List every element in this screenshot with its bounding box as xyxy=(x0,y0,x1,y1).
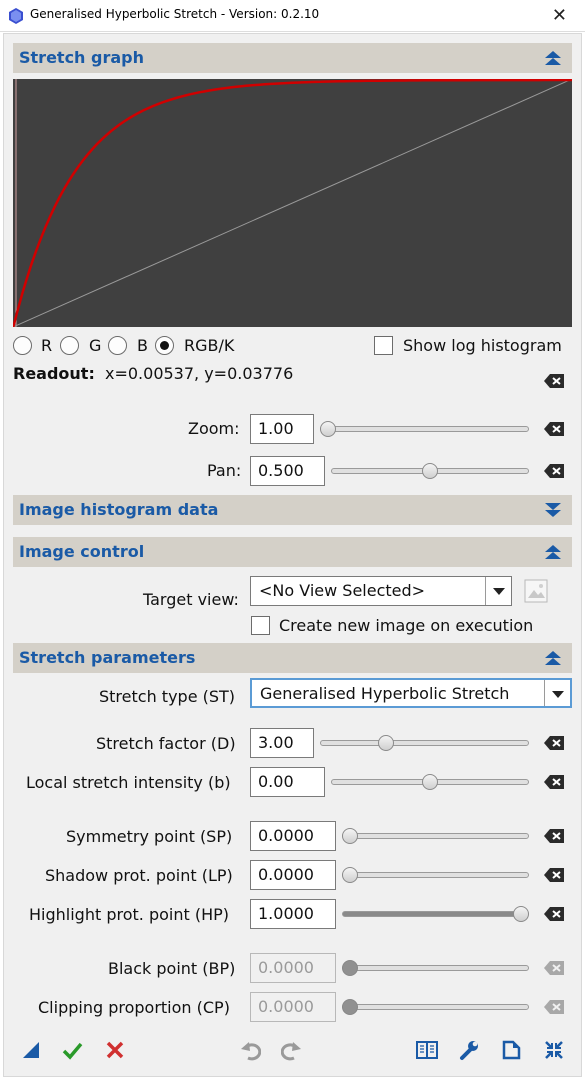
reset-clipping-proportion-icon[interactable] xyxy=(543,999,565,1015)
reset-black-point-icon[interactable] xyxy=(543,960,565,976)
radio-rgbk[interactable] xyxy=(155,336,174,355)
shadow-prot-slider-knob[interactable] xyxy=(342,867,358,883)
collapse-icon[interactable] xyxy=(544,543,562,561)
collapse-icon[interactable] xyxy=(544,649,562,667)
pan-input[interactable]: 0.500 xyxy=(250,456,325,486)
pan-label: Pan: xyxy=(207,461,242,480)
close-icon[interactable]: ✕ xyxy=(552,5,567,26)
stretch-graph[interactable] xyxy=(11,78,573,329)
expand-section-icon[interactable] xyxy=(544,501,562,519)
black-point-slider-knob[interactable] xyxy=(342,960,358,976)
shadow-prot-label: Shadow prot. point (LP) xyxy=(45,866,233,885)
cancel-icon[interactable] xyxy=(104,1039,126,1061)
highlight-prot-input[interactable]: 1.0000 xyxy=(250,899,336,929)
section-header-stretch-graph[interactable]: Stretch graph xyxy=(13,43,572,73)
readout-value: x=0.00537, y=0.03776 xyxy=(105,364,294,383)
black-point-label: Black point (BP) xyxy=(108,959,236,978)
title-bar: Generalised Hyperbolic Stretch - Version… xyxy=(0,0,585,32)
readout-label: Readout: xyxy=(13,364,95,383)
highlight-prot-label: Highlight prot. point (HP) xyxy=(29,905,229,924)
stretch-type-select[interactable]: Generalised Hyperbolic Stretch xyxy=(250,678,572,708)
target-view-value: <No View Selected> xyxy=(259,581,426,600)
clipping-proportion-slider[interactable] xyxy=(342,1004,529,1010)
section-title: Image histogram data xyxy=(19,500,219,519)
redo-icon[interactable] xyxy=(281,1039,303,1061)
section-header-image-control[interactable]: Image control xyxy=(13,537,572,567)
stretch-type-value: Generalised Hyperbolic Stretch xyxy=(260,684,510,703)
reset-symmetry-point-icon[interactable] xyxy=(543,828,565,844)
reset-highlight-prot-icon[interactable] xyxy=(543,906,565,922)
reset-shadow-prot-icon[interactable] xyxy=(543,867,565,883)
zoom-label: Zoom: xyxy=(188,419,240,438)
target-view-label: Target view: xyxy=(143,590,239,609)
stretch-factor-slider[interactable] xyxy=(320,740,529,746)
stretch-factor-label: Stretch factor (D) xyxy=(96,734,236,753)
target-view-select[interactable]: <No View Selected> xyxy=(250,576,512,606)
create-new-image-checkbox[interactable] xyxy=(251,616,270,635)
local-intensity-slider-knob[interactable] xyxy=(422,774,438,790)
stretch-type-label: Stretch type (ST) xyxy=(99,687,236,706)
new-instance-icon[interactable] xyxy=(20,1039,42,1061)
reset-local-intensity-icon[interactable] xyxy=(543,774,565,790)
radio-g-label: G xyxy=(89,336,102,355)
clipping-proportion-slider-knob[interactable] xyxy=(342,999,358,1015)
chevron-down-icon xyxy=(493,588,505,595)
collapse-icon[interactable] xyxy=(544,49,562,67)
documentation-icon[interactable] xyxy=(416,1039,438,1061)
clipping-proportion-input[interactable]: 0.0000 xyxy=(250,992,336,1022)
reset-pan-icon[interactable] xyxy=(543,463,565,479)
highlight-prot-slider[interactable] xyxy=(342,911,529,917)
symmetry-point-input[interactable]: 0.0000 xyxy=(250,821,336,851)
dropdown-button[interactable] xyxy=(485,577,511,605)
settings-icon[interactable] xyxy=(458,1039,480,1061)
zoom-slider[interactable] xyxy=(320,426,529,432)
symmetry-point-slider[interactable] xyxy=(342,833,529,839)
create-new-image-label: Create new image on execution xyxy=(279,616,534,635)
local-intensity-input[interactable]: 0.00 xyxy=(250,767,325,797)
section-header-image-histogram[interactable]: Image histogram data xyxy=(13,495,572,525)
radio-b-label: B xyxy=(137,336,148,355)
window-title: Generalised Hyperbolic Stretch - Version… xyxy=(30,7,320,21)
zoom-slider-knob[interactable] xyxy=(320,421,336,437)
local-intensity-label: Local stretch intensity (b) xyxy=(26,773,231,792)
symmetry-point-slider-knob[interactable] xyxy=(342,828,358,844)
reset-icon[interactable] xyxy=(500,1039,522,1061)
apply-icon[interactable] xyxy=(61,1039,83,1061)
section-title: Image control xyxy=(19,542,145,561)
stretch-graph-canvas xyxy=(11,78,573,329)
black-point-slider[interactable] xyxy=(342,965,529,971)
stretch-factor-slider-knob[interactable] xyxy=(377,735,394,751)
zoom-input[interactable]: 1.00 xyxy=(250,414,314,444)
clipping-proportion-label: Clipping proportion (CP) xyxy=(38,998,230,1017)
radio-b[interactable] xyxy=(108,336,127,355)
section-title: Stretch graph xyxy=(19,48,144,67)
pan-slider-knob[interactable] xyxy=(422,463,438,479)
radio-r[interactable] xyxy=(13,336,32,355)
new-image-view-icon[interactable] xyxy=(524,579,548,603)
highlight-prot-slider-knob[interactable] xyxy=(513,906,529,922)
clear-readout-icon[interactable] xyxy=(543,373,565,389)
black-point-input[interactable]: 0.0000 xyxy=(250,953,336,983)
radio-g[interactable] xyxy=(60,336,79,355)
stretch-factor-input[interactable]: 3.00 xyxy=(250,728,314,758)
radio-r-label: R xyxy=(41,336,53,355)
section-title: Stretch parameters xyxy=(19,648,196,667)
identity-line xyxy=(12,78,573,328)
radio-rgbk-label: RGB/K xyxy=(184,336,235,355)
symmetry-point-label: Symmetry point (SP) xyxy=(66,827,233,846)
reset-stretch-factor-icon[interactable] xyxy=(543,735,565,751)
expand-icon[interactable] xyxy=(543,1039,565,1061)
shadow-prot-input[interactable]: 0.0000 xyxy=(250,860,336,890)
show-log-histogram-checkbox[interactable] xyxy=(374,336,393,355)
show-log-histogram-label: Show log histogram xyxy=(403,336,562,355)
chevron-down-icon xyxy=(552,691,564,698)
section-header-stretch-parameters[interactable]: Stretch parameters xyxy=(13,643,572,673)
undo-icon[interactable] xyxy=(239,1039,261,1061)
dropdown-button[interactable] xyxy=(544,680,570,706)
app-icon xyxy=(9,8,23,24)
reset-zoom-icon[interactable] xyxy=(543,421,565,437)
shadow-prot-slider[interactable] xyxy=(342,872,529,878)
